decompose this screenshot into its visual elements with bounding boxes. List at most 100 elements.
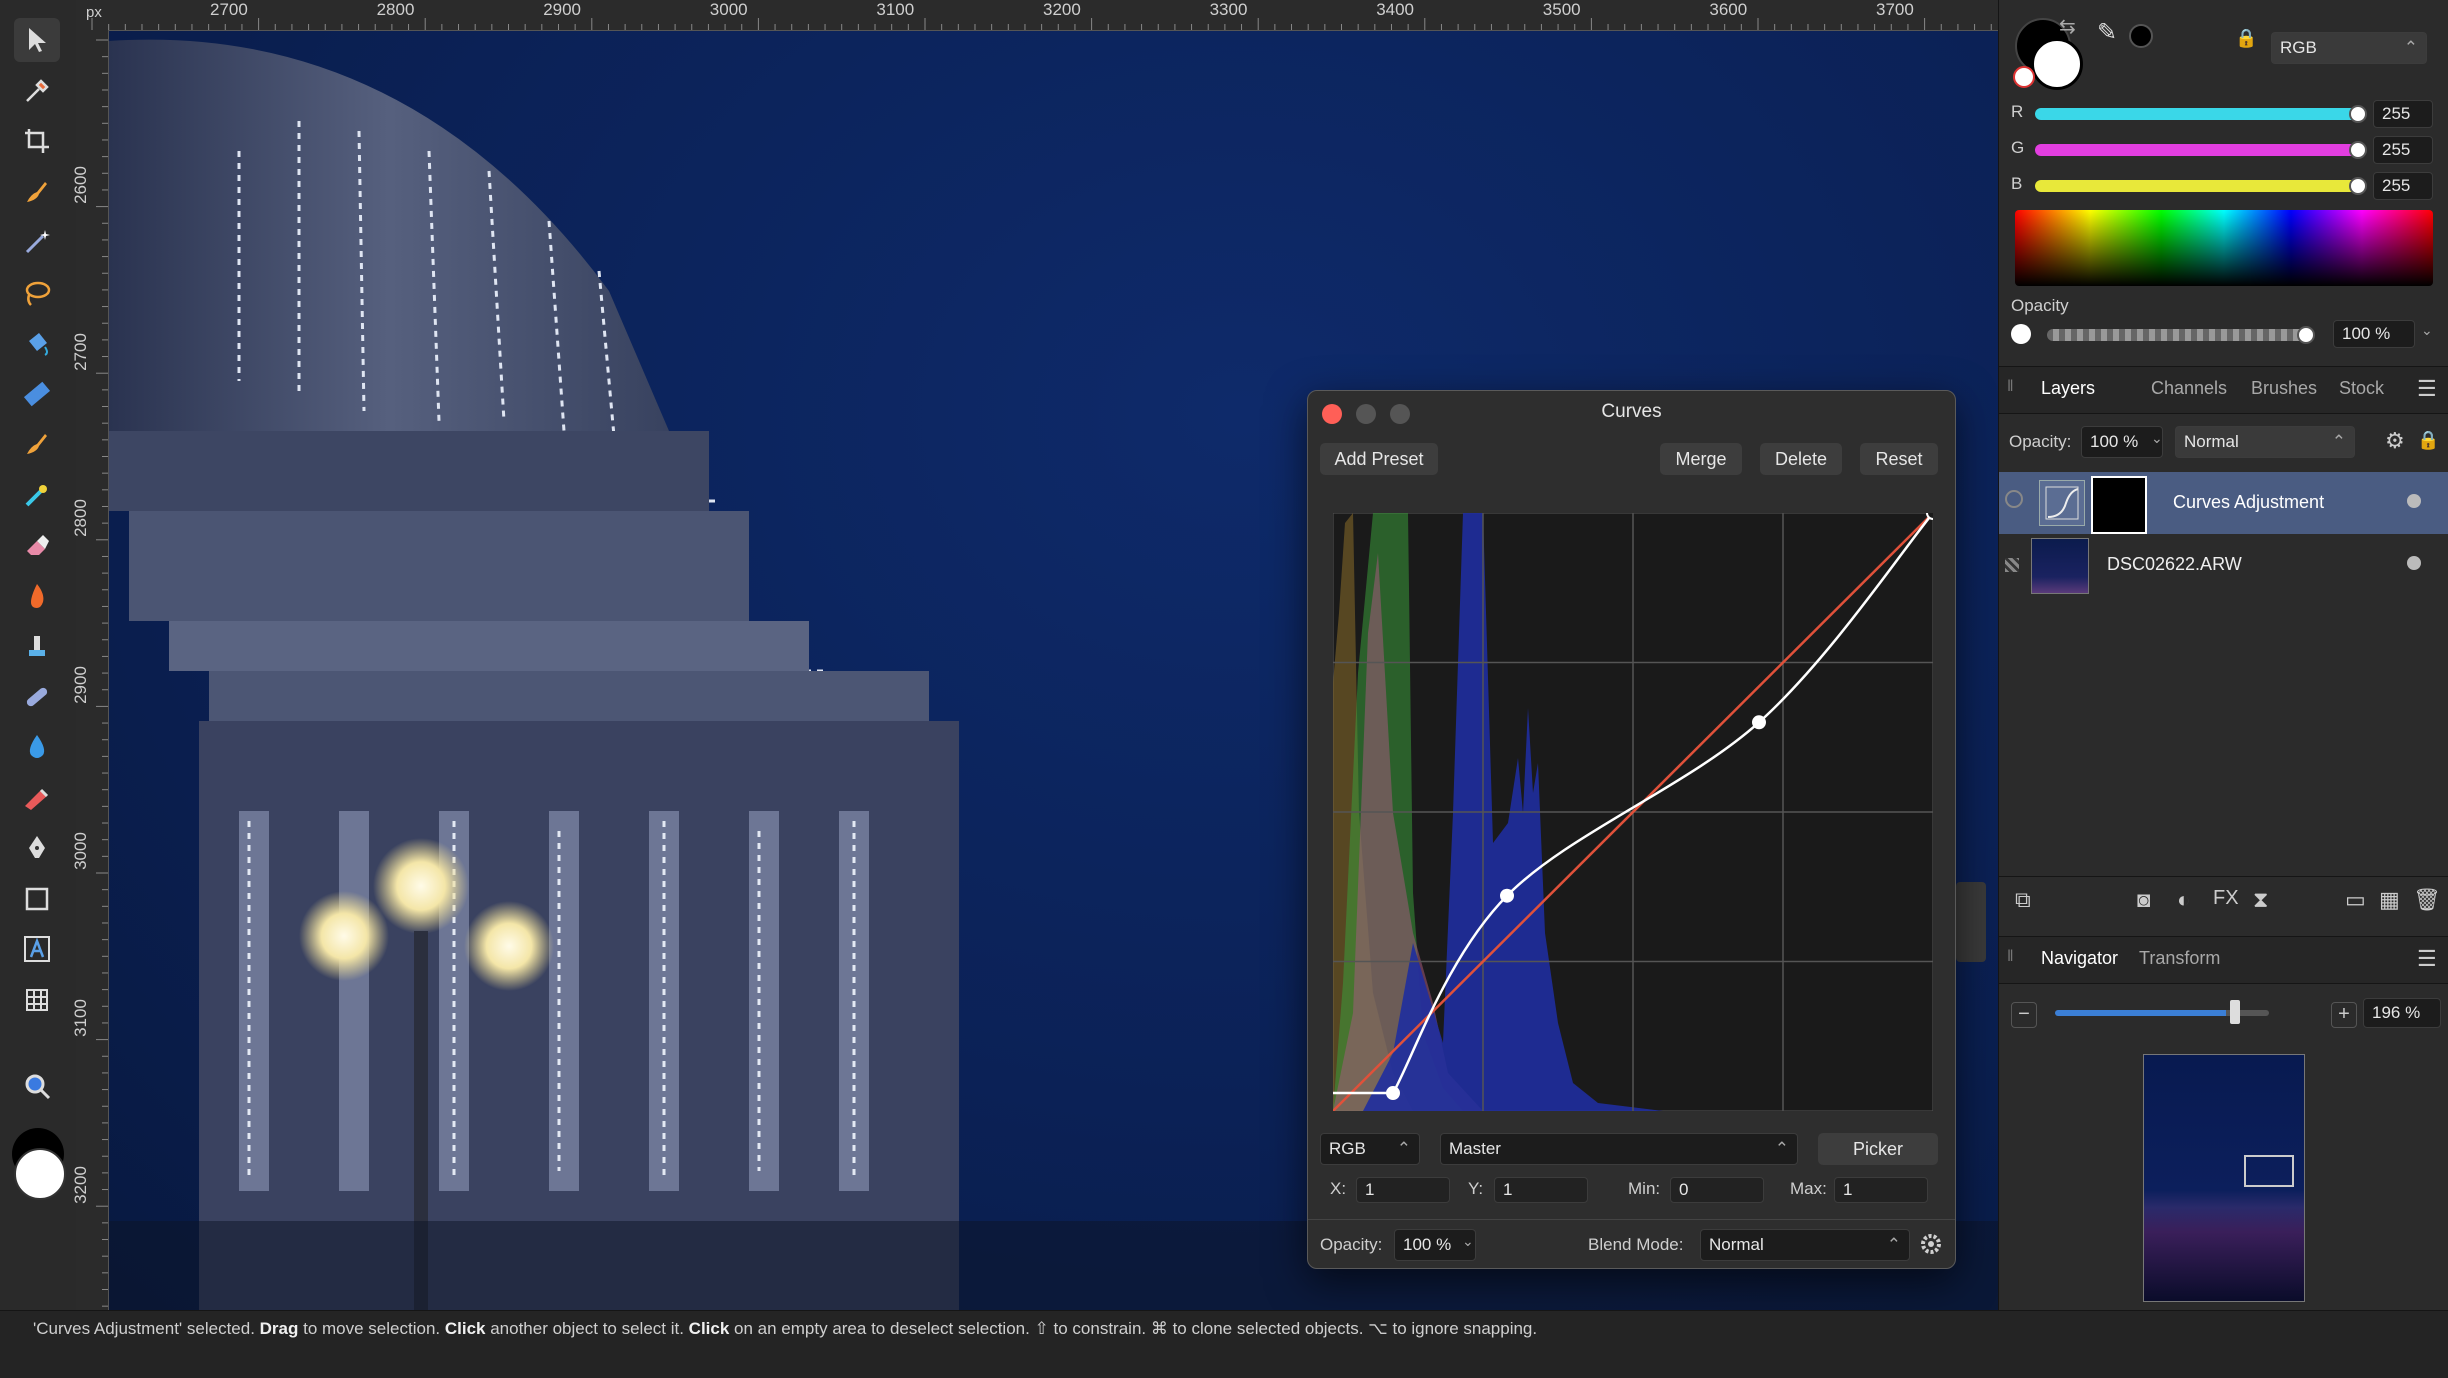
no-color-icon[interactable] [2013,66,2035,88]
flood-fill-tool-icon[interactable] [14,321,60,365]
x-input[interactable]: 1 [1356,1177,1450,1203]
tab-layers[interactable]: Layers [2041,378,2095,399]
layer-row[interactable]: Curves Adjustment [1999,472,2448,534]
group-folder-icon[interactable]: ▭ [2345,887,2366,913]
picker-button[interactable]: Picker [1818,1133,1938,1165]
delete-button[interactable]: Delete [1760,443,1842,475]
canvas-side-handle[interactable] [1956,882,1986,962]
stroke-color-swatch[interactable] [2031,38,2083,90]
tab-navigator[interactable]: Navigator [2041,948,2118,969]
blue-value[interactable]: 255 [2373,172,2433,200]
green-value[interactable]: 255 [2373,136,2433,164]
color-mode-select[interactable]: RGB ⌃ [2271,32,2427,64]
drag-handle-icon[interactable]: ‖ [2007,948,2014,966]
tab-stock[interactable]: Stock [2339,378,2384,399]
gear-icon[interactable]: ⚙ [2385,428,2405,454]
opacity-slider[interactable] [2047,329,2311,341]
chevron-down-icon[interactable]: ⌄ [2421,322,2433,339]
panel-menu-icon[interactable]: ☰ [2417,946,2437,972]
layer-options-icon[interactable]: ⧉ [2015,887,2031,913]
blend-mode-select[interactable]: Normal ⌃ [1700,1229,1910,1261]
live-filter-icon[interactable]: ⧗ [2253,887,2268,913]
min-input[interactable]: 0 [1670,1177,1764,1203]
tab-transform[interactable]: Transform [2139,948,2220,969]
merge-button[interactable]: Merge [1660,443,1742,475]
drag-handle-icon[interactable]: ‖ [2007,378,2014,396]
channel-select[interactable]: RGB ⌃ [1320,1133,1420,1165]
selection-brush-tool-icon[interactable] [14,170,60,214]
layer-row[interactable]: DSC02622.ARW [1999,534,2448,596]
healing-brush-tool-icon[interactable] [14,675,60,719]
red-eye-tool-icon[interactable] [14,776,60,820]
layer-visible-dot[interactable] [2407,556,2421,570]
crop-tool-icon[interactable] [14,119,60,163]
add-preset-button[interactable]: Add Preset [1320,443,1438,475]
lock-icon[interactable]: 🔒 [2417,430,2439,451]
zoom-slider-knob[interactable] [2230,1000,2241,1024]
gradient-tool-icon[interactable] [14,372,60,416]
reset-button[interactable]: Reset [1860,443,1938,475]
target-select[interactable]: Master ⌃ [1440,1133,1798,1165]
blue-slider[interactable] [2035,180,2361,192]
status-bar: 'Curves Adjustment' selected. Drag to mo… [0,1310,2448,1378]
layers-blend-mode-select[interactable]: Normal ⌃ [2175,426,2355,458]
chevron-down-icon[interactable]: ⌄ [1462,1233,1474,1250]
opacity-slider-knob[interactable] [2297,326,2315,344]
curve-control-point[interactable] [1752,715,1766,730]
secondary-color-swatch[interactable] [14,1148,66,1200]
gear-icon[interactable] [1918,1231,1944,1257]
erase-brush-tool-icon[interactable] [14,523,60,567]
opacity-label: Opacity [2011,296,2069,315]
blur-brush-tool-icon[interactable] [14,725,60,769]
panel-menu-icon[interactable]: ☰ [2417,376,2437,402]
red-slider-knob[interactable] [2349,105,2367,123]
fx-icon[interactable]: FX [2213,887,2239,910]
adjustment-icon[interactable]: ◐ [2177,887,2190,913]
magic-wand-tool-icon[interactable] [14,220,60,264]
color-spectrum[interactable] [2015,210,2433,286]
layer-lock-icon[interactable] [2005,558,2019,572]
clone-brush-tool-icon[interactable] [14,624,60,668]
picked-color-swatch[interactable] [2129,24,2153,48]
burn-brush-tool-icon[interactable] [14,574,60,618]
move-tool-icon[interactable] [14,18,60,62]
zoom-value[interactable]: 196 % [2363,998,2441,1028]
trash-icon[interactable]: 🗑 [2413,887,2441,913]
lock-icon[interactable]: 🔒 [2235,28,2257,49]
curve-control-point[interactable] [1386,1086,1400,1101]
curves-graph[interactable] [1333,513,1933,1111]
artistic-text-tool-icon[interactable] [14,927,60,971]
pen-tool-icon[interactable] [14,826,60,870]
tab-channels[interactable]: Channels [2151,378,2227,399]
add-pixel-layer-icon[interactable]: ▦ [2379,887,2400,913]
tab-brushes[interactable]: Brushes [2251,378,2317,399]
layer-visibility-icon[interactable] [2005,490,2023,508]
zoom-out-button[interactable]: − [2011,1002,2037,1028]
mask-layer-icon[interactable]: ◙ [2137,887,2150,913]
navigator-viewport-box[interactable] [2244,1155,2294,1187]
curve-control-point[interactable] [1500,888,1514,903]
green-slider[interactable] [2035,144,2361,156]
paint-brush-tool-icon[interactable] [14,422,60,466]
y-input[interactable]: 1 [1494,1177,1588,1203]
blue-slider-knob[interactable] [2349,177,2367,195]
red-slider[interactable] [2035,108,2361,120]
mesh-warp-tool-icon[interactable] [14,978,60,1022]
rectangle-tool-icon[interactable] [14,877,60,921]
green-slider-knob[interactable] [2349,141,2367,159]
zoom-in-button[interactable]: + [2331,1002,2357,1028]
status-text-part: 'Curves Adjustment' selected. [33,1319,260,1338]
pixel-tool-icon[interactable] [14,473,60,517]
chevron-updown-icon: ⌃ [2403,38,2418,57]
swap-colors-icon[interactable]: ⇆ [2059,14,2076,39]
layer-visible-dot[interactable] [2407,494,2421,508]
max-input[interactable]: 1 [1834,1177,1928,1203]
navigator-preview[interactable] [2143,1054,2305,1302]
freehand-selection-tool-icon[interactable] [14,271,60,315]
red-value[interactable]: 255 [2373,100,2433,128]
color-picker-tool-icon[interactable] [14,69,60,113]
opacity-value[interactable]: 100 % [2333,320,2415,348]
eyedropper-icon[interactable]: ✎ [2097,18,2117,47]
zoom-tool-icon[interactable] [14,1064,60,1108]
chevron-down-icon[interactable]: ⌄ [2151,430,2163,447]
